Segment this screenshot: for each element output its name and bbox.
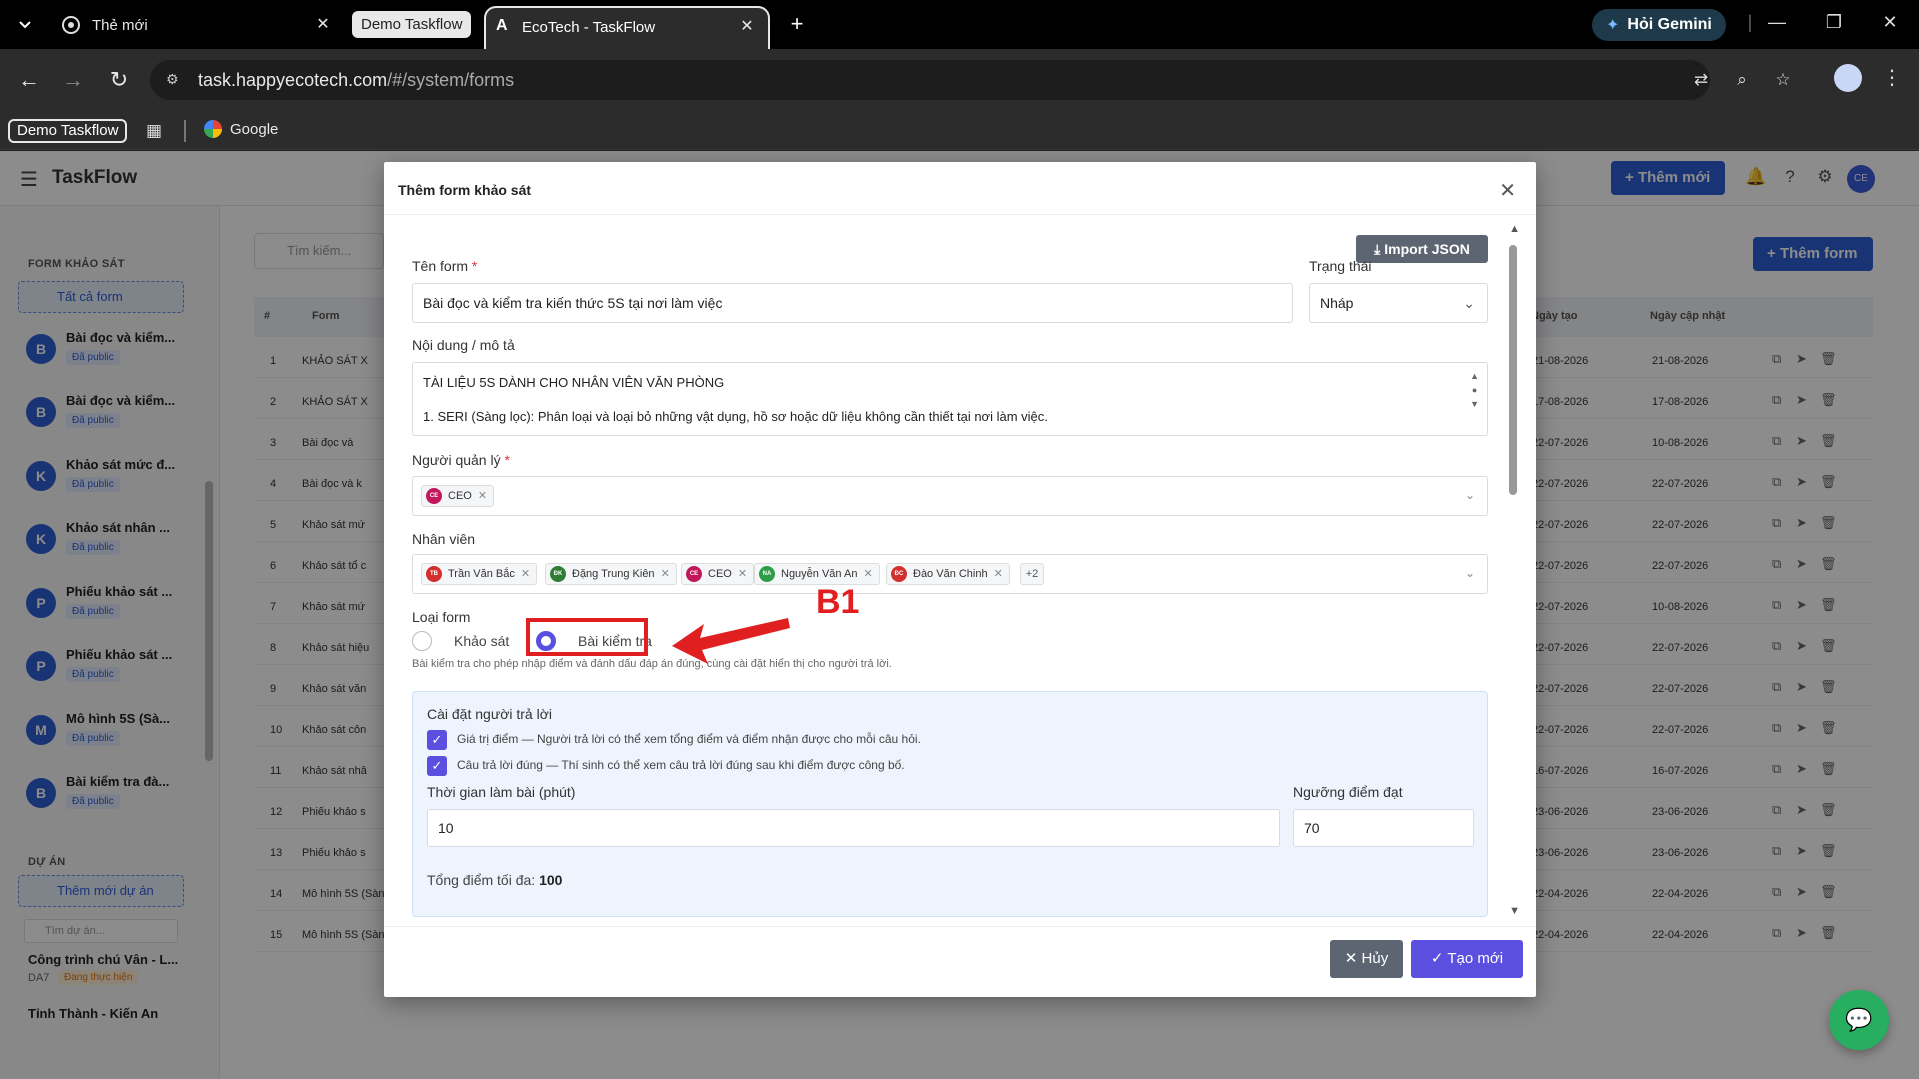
tab-ecotech-taskflow[interactable]: A EcoTech - TaskFlow ✕ — [484, 6, 770, 49]
max-score-text: Tổng điểm tối đa: 100 — [427, 872, 563, 888]
chevron-down-icon: ⌄ — [1463, 295, 1475, 311]
minimize-icon[interactable]: — — [1765, 12, 1789, 33]
close-dialog-icon[interactable]: ✕ — [1499, 178, 1516, 203]
tab-title: EcoTech - TaskFlow — [522, 19, 656, 36]
new-tab-plus-icon[interactable]: + — [786, 12, 808, 36]
bookmark-google[interactable]: Google — [204, 120, 278, 138]
staff-chip: NA Nguyễn Văn An ✕ — [754, 563, 880, 585]
remove-chip-icon[interactable]: ✕ — [521, 568, 530, 580]
description-label: Nội dung / mô tả — [412, 337, 515, 353]
manager-multiselect[interactable]: CE CEO ✕ ⌄ — [412, 476, 1488, 516]
remove-chip-icon[interactable]: ✕ — [661, 568, 670, 580]
chrome-icon — [62, 16, 80, 34]
cancel-button[interactable]: ✕ Hủy — [1330, 940, 1403, 978]
create-button[interactable]: ✓ Tạo mới — [1411, 940, 1523, 978]
apps-grid-icon[interactable]: ▦ — [146, 121, 166, 141]
bookmarks-bar: Demo Taskflow ▦ Google — [0, 112, 1919, 150]
description-line: 1. SERI (Sàng lọc): Phân loại và loại bỏ… — [423, 409, 1048, 424]
show-answers-checkbox[interactable]: ✓ — [427, 756, 447, 776]
taskflow-favicon-icon: A — [496, 17, 508, 34]
annotation-highlight-box — [526, 618, 648, 656]
close-window-icon[interactable]: ✕ — [1878, 12, 1902, 33]
status-select-value: Nháp — [1320, 295, 1354, 311]
gemini-sparkle-icon: ✦ — [1606, 17, 1620, 34]
form-type-survey-label[interactable]: Khảo sát — [454, 633, 509, 649]
manager-label: Người quản lý * — [412, 452, 510, 468]
gemini-label: Hỏi Gemini — [1627, 16, 1712, 33]
divider: | — [1747, 12, 1753, 32]
chat-fab-button[interactable]: 💬 — [1829, 990, 1889, 1050]
staff-chip: CE CEO ✕ — [681, 563, 755, 585]
forward-icon[interactable]: → — [58, 65, 88, 95]
status-select[interactable]: Nháp ⌄ — [1309, 283, 1488, 323]
reload-icon[interactable]: ↻ — [104, 65, 134, 95]
bookmark-star-icon[interactable]: ☆ — [1772, 70, 1794, 92]
chevron-down-icon: ⌄ — [1464, 566, 1475, 580]
site-settings-icon[interactable]: ⚙ — [166, 71, 184, 89]
form-name-label: Tên form * — [412, 258, 478, 274]
bookmark-demo-taskflow[interactable]: Demo Taskflow — [8, 119, 128, 143]
form-name-input[interactable]: Bài đọc và kiểm tra kiến thức 5S tại nơi… — [412, 283, 1293, 323]
staff-chip: ĐK Đặng Trung Kiên ✕ — [545, 563, 677, 585]
show-answers-label: Câu trả lời đúng — Thí sinh có thể xem c… — [457, 758, 905, 772]
address-bar[interactable]: ⚙ task.happyecotech.com/#/system/forms ⇄… — [150, 60, 1791, 100]
staff-chip: TB Trần Văn Bắc ✕ — [421, 563, 538, 585]
restore-icon[interactable]: ❐ — [1822, 12, 1846, 33]
bookmark-divider — [184, 120, 186, 142]
show-score-checkbox[interactable]: ✓ — [427, 730, 447, 750]
close-tab-icon[interactable]: ✕ — [314, 16, 332, 34]
browser-toolbar: ← → ↻ ⚙ task.happyecotech.com/#/system/f… — [0, 49, 1919, 112]
remove-chip-icon[interactable]: ✕ — [738, 568, 747, 580]
duration-label: Thời gian làm bài (phút) — [427, 784, 576, 800]
description-textarea[interactable]: TÀI LIỆU 5S DÀNH CHO NHÂN VIÊN VĂN PHÒNG… — [412, 362, 1488, 436]
pass-threshold-input[interactable]: 70 — [1293, 809, 1474, 847]
description-line: TÀI LIỆU 5S DÀNH CHO NHÂN VIÊN VĂN PHÒNG — [423, 375, 725, 390]
responder-settings-panel: Cài đặt người trả lời ✓ Giá trị điểm — N… — [412, 691, 1488, 917]
tab-title: Thẻ mới — [92, 16, 148, 34]
form-type-label: Loại form — [412, 609, 471, 625]
tab-group-label[interactable]: Demo Taskflow — [352, 11, 472, 38]
dialog-title: Thêm form khảo sát — [398, 182, 532, 198]
google-icon — [204, 120, 222, 138]
form-type-survey-radio[interactable] — [412, 631, 432, 651]
zoom-icon[interactable]: ⌕ — [1731, 70, 1753, 92]
tab-search-chevron-icon[interactable] — [14, 14, 36, 36]
staff-label: Nhân viên — [412, 531, 476, 547]
remove-chip-icon[interactable]: ✕ — [994, 568, 1003, 580]
manager-chip: CE CEO ✕ — [421, 485, 495, 507]
annotation-arrow-icon — [672, 618, 790, 664]
ask-gemini-button[interactable]: ✦ Hỏi Gemini — [1592, 9, 1726, 41]
staff-multiselect[interactable]: TB Trần Văn Bắc ✕ ĐK Đặng Trung Kiên ✕ CE CEO… — [412, 554, 1488, 594]
dialog-body: ⤓ Import JSON Tên form * Bài đọc và kiểm… — [384, 214, 1536, 926]
dialog-scrollbar[interactable] — [1509, 245, 1517, 495]
browser-menu-icon[interactable]: ⋮ — [1882, 65, 1902, 90]
add-form-dialog: Thêm form khảo sát ✕ ⤓ Import JSON Tên f… — [384, 162, 1536, 997]
textarea-scrollbar[interactable]: ▲ ● ▼ — [1470, 369, 1479, 411]
pass-threshold-label: Ngưỡng điểm đạt — [1293, 784, 1403, 800]
url-text: task.happyecotech.com/#/system/forms — [198, 70, 515, 90]
remove-chip-icon[interactable]: ✕ — [863, 568, 872, 580]
close-tab-icon[interactable]: ✕ — [738, 18, 756, 36]
dialog-footer: ✕ Hủy ✓ Tạo mới — [384, 926, 1536, 997]
form-type-help: Bài kiểm tra cho phép nhập điểm và đánh … — [412, 658, 892, 670]
browser-tab-bar: Thẻ mới ✕ Demo Taskflow A EcoTech - Task… — [0, 0, 1919, 49]
scroll-down-icon[interactable]: ▼ — [1509, 905, 1520, 917]
back-icon[interactable]: ← — [14, 65, 44, 95]
duration-input[interactable]: 10 — [427, 809, 1280, 847]
status-label: Trạng thái — [1309, 258, 1372, 274]
staff-chip: ĐC Đào Văn Chinh ✕ — [886, 563, 1010, 585]
annotation-label: B1 — [816, 583, 860, 621]
profile-avatar[interactable] — [1834, 64, 1862, 92]
scroll-up-icon[interactable]: ▲ — [1509, 223, 1520, 235]
import-json-button[interactable]: ⤓ Import JSON — [1356, 235, 1488, 263]
tab-new[interactable]: Thẻ mới ✕ — [52, 8, 332, 42]
show-score-label: Giá trị điểm — Người trả lời có thể xem … — [457, 732, 921, 746]
translate-icon[interactable]: ⇄ — [1690, 70, 1712, 92]
responder-settings-title: Cài đặt người trả lời — [427, 706, 553, 722]
chevron-down-icon: ⌄ — [1464, 488, 1475, 502]
bookmark-google-label: Google — [230, 120, 279, 138]
more-staff-count[interactable]: +2 — [1020, 563, 1044, 585]
remove-chip-icon[interactable]: ✕ — [478, 490, 487, 502]
